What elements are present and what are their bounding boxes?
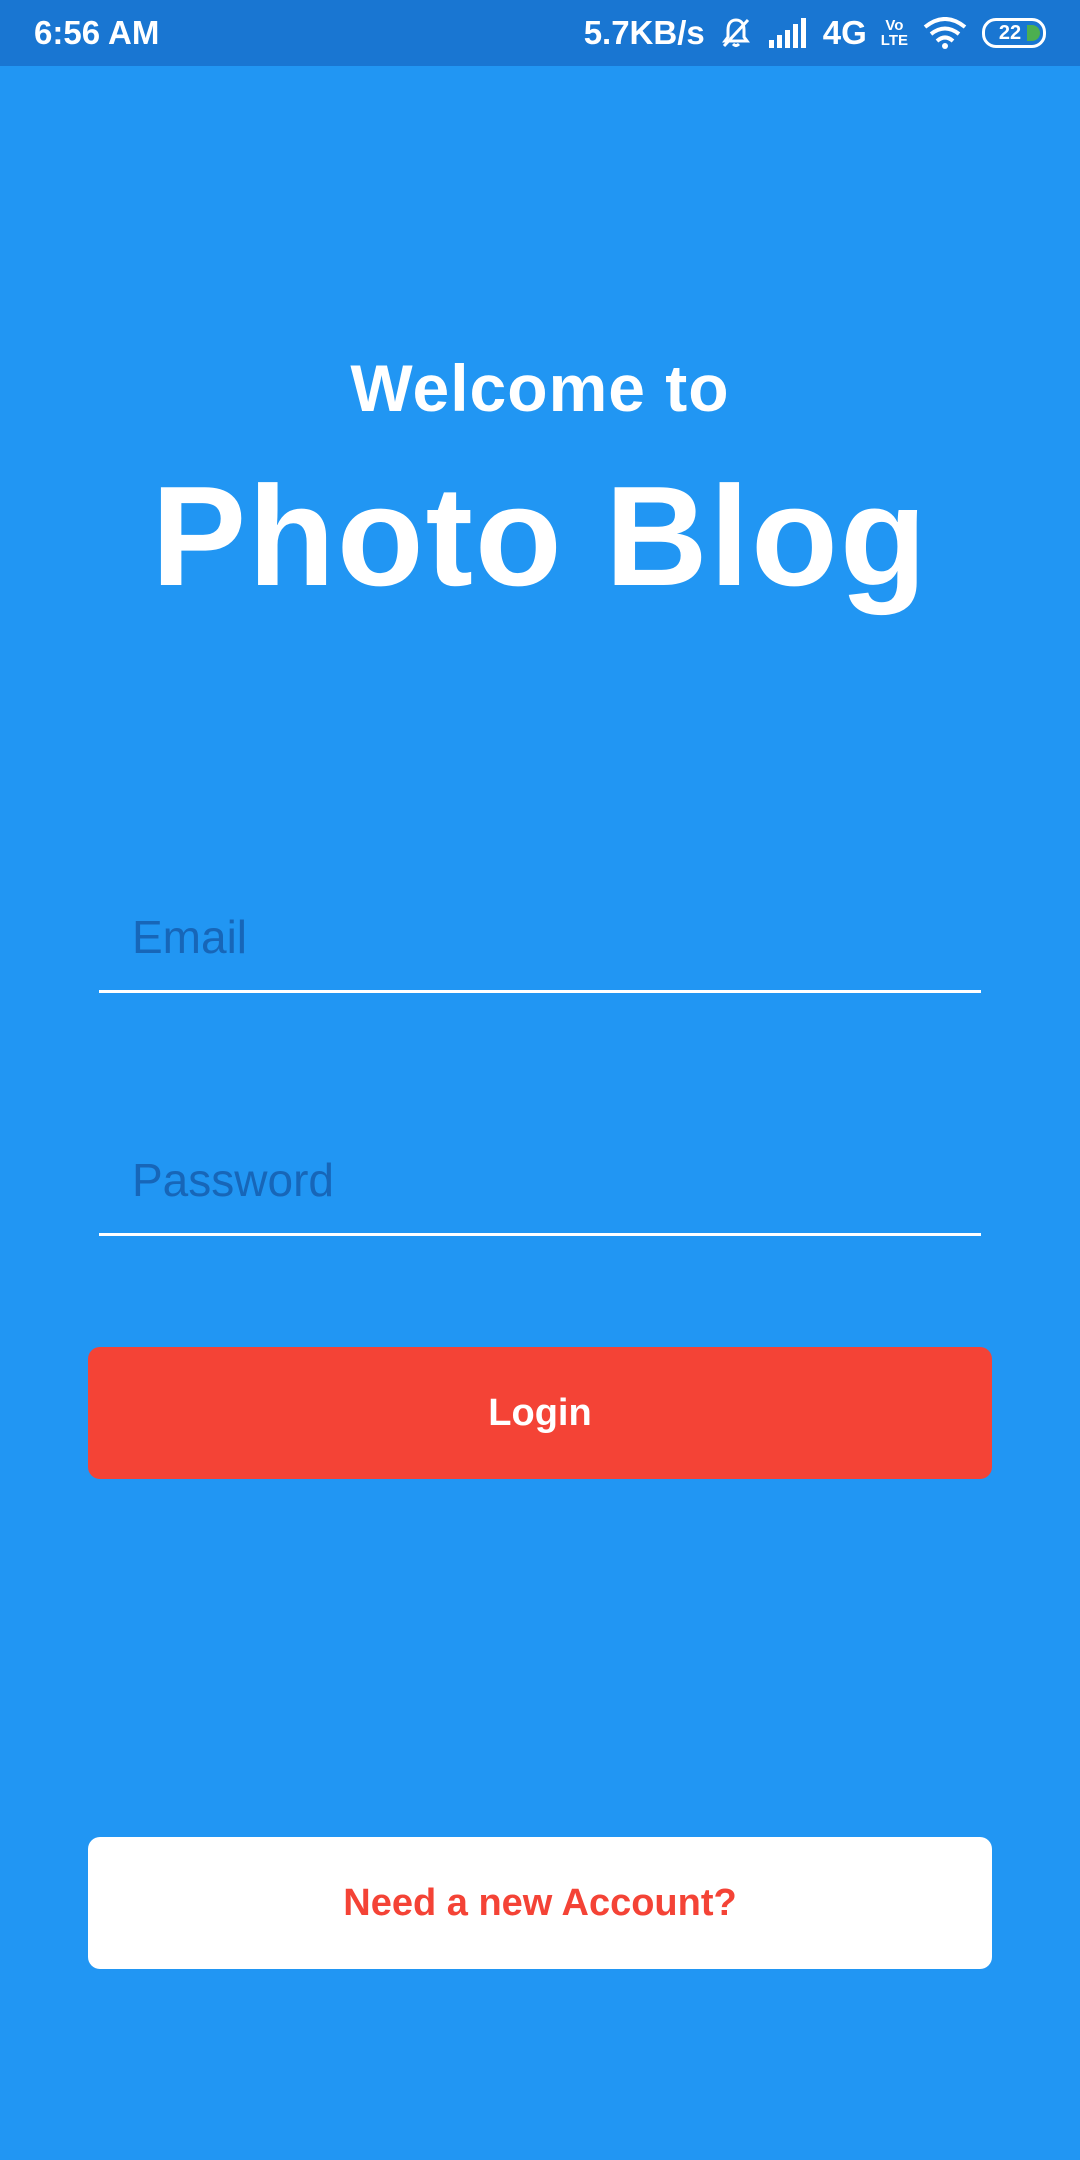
status-bar: 6:56 AM 5.7KB/s 4G Vo LTE 22 bbox=[0, 0, 1080, 66]
signal-icon bbox=[767, 18, 809, 48]
status-icons: 5.7KB/s 4G Vo LTE 22 bbox=[584, 14, 1046, 52]
network-type: 4G bbox=[822, 14, 867, 51]
network-speed: 5.7KB/s bbox=[583, 14, 705, 51]
app-title: Photo Blog bbox=[151, 457, 929, 616]
password-field[interactable] bbox=[99, 1126, 981, 1233]
volte-top: Vo bbox=[885, 17, 904, 34]
password-field-container bbox=[99, 1126, 981, 1236]
status-time: 6:56 AM bbox=[34, 14, 160, 51]
new-account-button[interactable]: Need a new Account? bbox=[88, 1837, 992, 1969]
battery-charge-indicator bbox=[1027, 25, 1040, 41]
wifi-icon bbox=[922, 17, 968, 49]
welcome-text: Welcome to bbox=[350, 351, 730, 425]
email-field-container bbox=[99, 883, 981, 993]
email-field[interactable] bbox=[99, 883, 981, 990]
login-button[interactable]: Login bbox=[88, 1347, 992, 1479]
volte-indicator: Vo LTE bbox=[881, 18, 908, 48]
battery-icon: 22 bbox=[982, 18, 1046, 48]
battery-level: 22 bbox=[998, 21, 1022, 44]
volte-bottom: LTE bbox=[880, 32, 908, 49]
mute-bell-icon bbox=[719, 16, 753, 50]
